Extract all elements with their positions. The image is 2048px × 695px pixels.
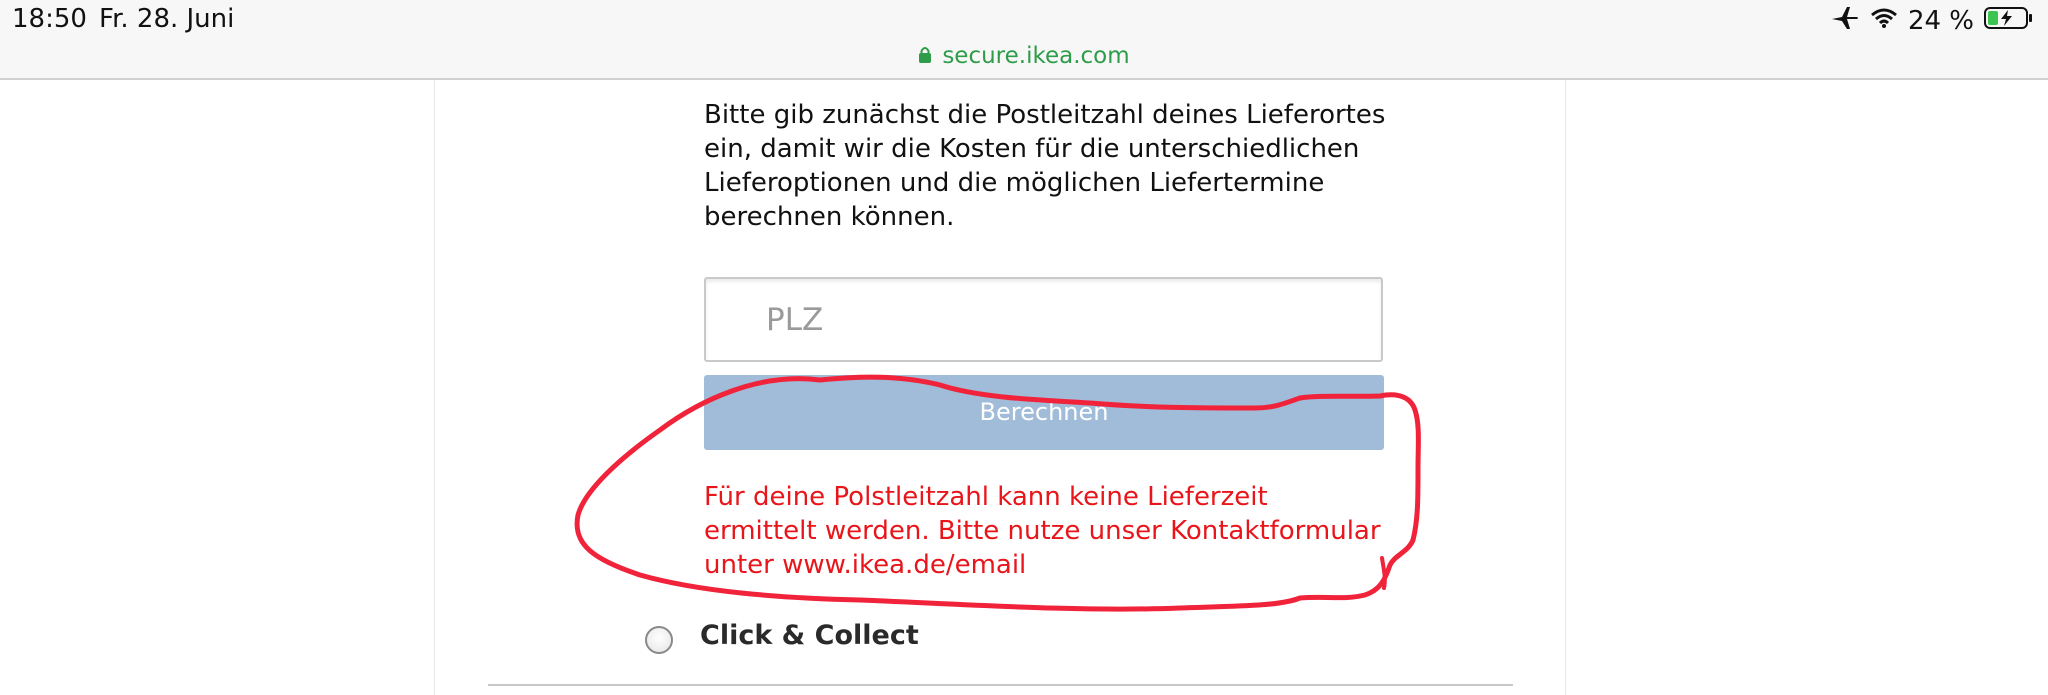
browser-top-bar: 18:50 Fr. 28. Juni 24 % secure.ikea.com [0,0,2048,80]
battery-percent: 24 % [1907,6,1974,36]
address-url: secure.ikea.com [942,43,1130,69]
postcode-field[interactable] [704,277,1383,362]
lock-icon [918,43,932,69]
address-bar[interactable]: secure.ikea.com [0,38,2048,74]
status-time: 18:50 [12,4,87,34]
status-date: Fr. 28. Juni [99,4,235,34]
airplane-icon [1830,4,1860,39]
status-indicators: 24 % [1830,4,2034,38]
battery-charging-icon [1984,6,2034,37]
postcode-input[interactable] [706,279,1381,360]
click-collect-radio[interactable] [645,626,673,654]
section-divider [488,684,1513,686]
click-collect-label[interactable]: Click & Collect [700,620,919,651]
calculate-button[interactable]: Berechnen [704,375,1384,450]
postcode-intro-text: Bitte gib zunächst die Postleitzahl dein… [704,100,1386,232]
error-message: Für deine Polstleitzahl kann keine Liefe… [704,482,1381,580]
wifi-icon [1870,6,1898,36]
